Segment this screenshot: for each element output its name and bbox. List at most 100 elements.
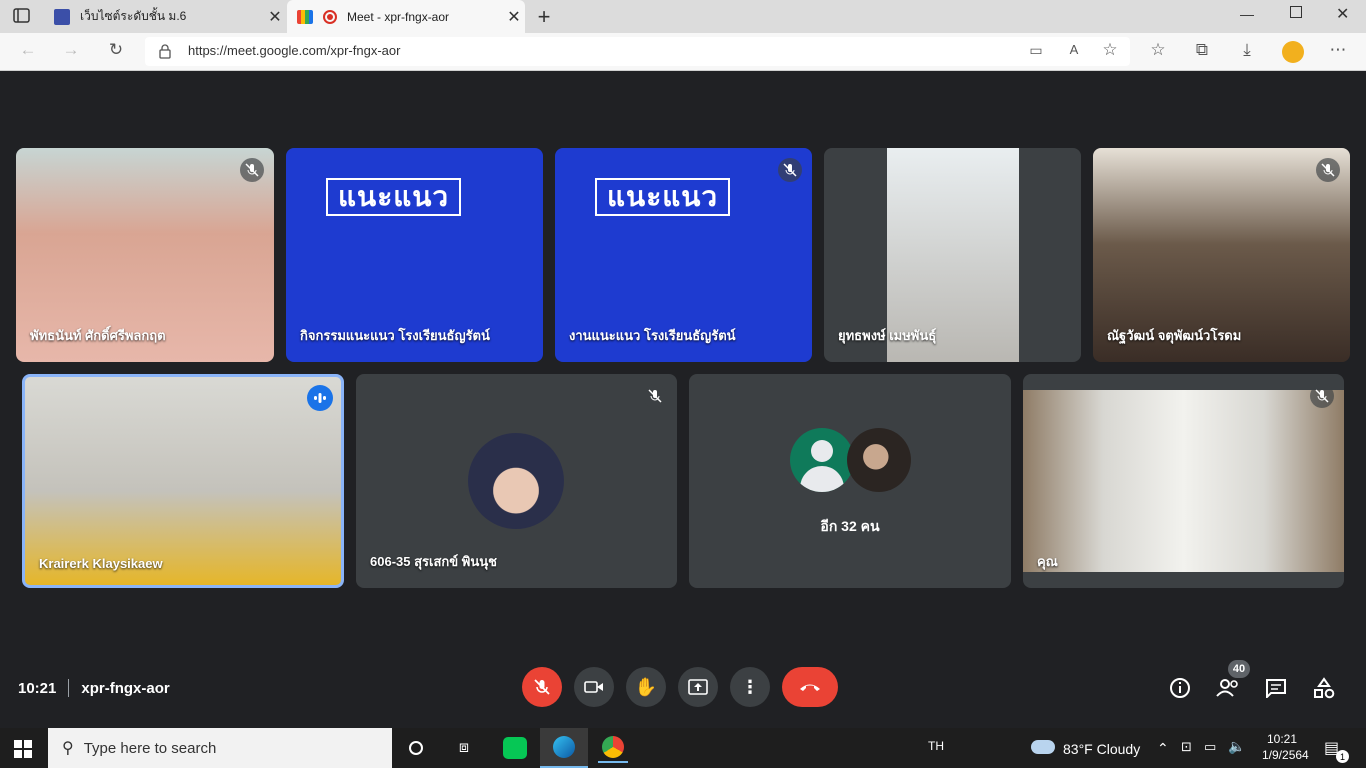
participant-tile[interactable]: ณัฐวัฒน์ จตุพัฒน์วโรดม [1093,148,1350,362]
divider [68,679,70,697]
search-placeholder: Type here to search [83,739,217,757]
site-favicon-icon [54,8,70,25]
present-icon [688,679,708,695]
more-menu-icon[interactable]: ⋯ [1325,40,1351,60]
participant-name: 606-35 สุรเสกข์ พินนุช [370,554,497,569]
meet-favicon-icon [297,9,313,24]
shapes-icon [1314,677,1335,699]
muted-mic-icon [1316,158,1340,182]
clock[interactable]: 10:21 1/9/2564 [1262,731,1309,763]
people-button[interactable] [1215,675,1241,701]
close-tab-icon[interactable]: ✕ [264,7,286,27]
read-aloud-icon[interactable]: A [1061,42,1087,57]
network-icon[interactable]: ⊡ [1181,739,1192,755]
avatar [847,428,911,492]
participant-tile[interactable]: 606-35 สุรเสกข์ พินนุช [356,374,677,588]
task-view-icon[interactable]: ⧈ [449,733,479,763]
avatar [468,433,564,529]
more-vert-icon: ⋮ [741,676,759,697]
chat-button[interactable] [1263,675,1289,701]
banner-text: แนะแนว [326,178,462,216]
banner-text: แนะแนว [595,178,731,216]
cortana-icon[interactable] [401,733,431,763]
more-participants-tile[interactable]: อีก 32 คน [689,374,1011,588]
participant-tile[interactable]: แนะแนว งานแนะแนว โรงเรียนธัญรัตน์ [555,148,812,362]
participant-tile[interactable]: ยุทธพงษ์ เมษพันธุ์ [824,148,1081,362]
camera-permission-icon[interactable]: ▭ [1023,42,1049,59]
hand-icon: ✋ [634,676,658,697]
participant-tile[interactable]: แนะแนว กิจกรรมแนะแนว โรงเรียนธัญรัตน์ [286,148,543,362]
downloads-icon[interactable]: ⤓ [1234,40,1260,60]
notification-badge: 1 [1336,750,1349,763]
participant-tile-self[interactable]: คุณ [1023,374,1344,588]
recording-icon [323,9,337,24]
mic-off-icon [534,679,550,695]
mic-toggle-button[interactable] [522,667,562,707]
participant-name: คุณ [1037,554,1058,569]
video-icon [584,681,603,693]
minimize-icon[interactable]: — [1240,6,1254,22]
add-favorite-icon[interactable]: ☆ [1097,40,1123,60]
back-icon[interactable]: ← [15,40,41,60]
line-app-icon[interactable] [500,733,530,763]
url-text[interactable]: https://meet.google.com/xpr-fngx-aor [188,43,400,58]
collections-icon[interactable]: ⧉ [1189,40,1215,60]
weather-text[interactable]: 83°F Cloudy [1063,741,1140,757]
activities-button[interactable] [1311,675,1337,701]
tab-class-website[interactable]: เว็บไซต์ระดับชั้น ม.6 ✕ [44,0,286,33]
leave-call-button[interactable] [782,667,838,707]
hang-up-icon [800,684,820,691]
chrome-app-icon[interactable] [598,733,628,763]
participant-name: งานแนะแนว โรงเรียนธัญรัตน์ [569,328,736,343]
participant-name: กิจกรรมแนะแนว โรงเรียนธัญรัตน์ [300,328,490,343]
volume-icon[interactable]: 🔈 [1228,738,1245,755]
profile-avatar[interactable] [1282,41,1304,63]
people-count-badge: 40 [1228,660,1250,678]
cloudy-weather-icon [1031,740,1055,754]
search-icon: ⚲ [62,740,74,757]
participant-tile[interactable]: พัทธนันท์ ศักดิ์ศรีพลกฤต [16,148,274,362]
participant-name: Krairerk Klaysikaew [39,556,163,571]
edge-app-icon[interactable] [540,728,588,768]
camera-toggle-button[interactable] [574,667,614,707]
reload-icon[interactable]: ↻ [103,40,129,60]
more-options-button[interactable]: ⋮ [730,667,770,707]
participant-name: พัทธนันท์ ศักดิ์ศรีพลกฤต [30,328,166,343]
people-icon [1216,679,1238,697]
chat-icon [1266,679,1286,698]
restore-icon[interactable] [1290,6,1302,18]
muted-mic-icon [778,158,802,182]
meeting-details: 10:21 xpr-fngx-aor [18,679,170,697]
close-tab-icon[interactable]: ✕ [503,7,525,27]
muted-mic-icon [240,158,264,182]
favorites-icon[interactable]: ☆ [1145,40,1171,60]
windows-start-icon[interactable] [14,740,32,763]
clock-date: 1/9/2564 [1262,748,1309,762]
participant-tile-speaking[interactable]: Krairerk Klaysikaew [22,374,344,588]
lock-icon[interactable] [159,44,171,59]
tab-actions-icon[interactable] [12,7,32,25]
muted-mic-icon [1310,384,1334,408]
language-indicator[interactable]: TH [928,739,944,753]
info-icon [1170,678,1190,698]
muted-mic-icon [643,384,667,408]
speaking-indicator-icon [307,385,333,411]
tab-meet[interactable]: Meet - xpr-fngx-aor ✕ [287,0,525,33]
more-participants-label: อีก 32 คน [820,518,880,534]
new-tab-icon[interactable]: + [534,4,554,29]
forward-icon[interactable]: → [58,40,84,60]
meeting-code: xpr-fngx-aor [81,679,170,697]
show-hidden-icons-icon[interactable]: ⌃ [1157,740,1169,757]
taskbar-search-box[interactable]: ⚲ Type here to search [48,728,392,768]
present-screen-button[interactable] [678,667,718,707]
close-window-icon[interactable]: ✕ [1336,4,1349,24]
avatar [790,428,854,492]
tab-title: เว็บไซต์ระดับชั้น ม.6 [80,9,187,23]
meeting-time: 10:21 [18,679,57,697]
clock-time: 10:21 [1266,732,1298,746]
battery-icon[interactable]: ▭ [1204,739,1216,755]
meeting-details-button[interactable] [1167,675,1193,701]
tab-title: Meet - xpr-fngx-aor [347,9,450,24]
raise-hand-button[interactable]: ✋ [626,667,666,707]
participant-name: ณัฐวัฒน์ จตุพัฒน์วโรดม [1107,328,1242,343]
